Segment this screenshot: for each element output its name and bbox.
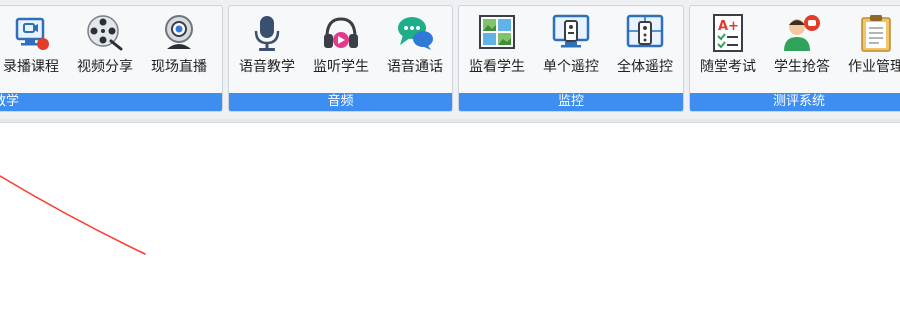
remote-single-label: 单个遥控 bbox=[543, 59, 599, 75]
clipboard-icon bbox=[861, 15, 891, 52]
group-label-assessment: 测评系统 bbox=[690, 93, 900, 111]
watch-students-label: 监看学生 bbox=[469, 59, 525, 75]
voice-call-button[interactable]: 语音通话 bbox=[379, 6, 451, 90]
video-share-label: 视频分享 bbox=[77, 59, 133, 75]
red-stroke-line bbox=[0, 175, 146, 255]
homework-manage-button[interactable]: 作业管理 bbox=[840, 6, 900, 90]
monitor-student-audio-button[interactable]: 监听学生 bbox=[305, 6, 377, 90]
chat-bubble-icon bbox=[398, 17, 433, 50]
remote-single-button[interactable]: 单个遥控 bbox=[535, 6, 607, 90]
student-quiz-button[interactable]: 学生抢答 bbox=[766, 6, 838, 90]
group-label-monitor: 监控 bbox=[459, 93, 683, 111]
live-broadcast-button[interactable]: 现场直播 bbox=[143, 6, 215, 90]
drawn-stroke bbox=[0, 175, 146, 255]
class-exam-button[interactable]: A+ 随堂考试 bbox=[692, 6, 764, 90]
webcam-icon bbox=[165, 15, 193, 49]
svg-text:A+: A+ bbox=[718, 19, 739, 34]
voice-teaching-button[interactable]: 语音教学 bbox=[231, 6, 303, 90]
live-broadcast-label: 现场直播 bbox=[151, 59, 207, 75]
remote-single-icon bbox=[552, 14, 590, 48]
remote-all-icon bbox=[626, 14, 664, 48]
ribbon-group-assessment: A+ 随堂考试 学生抢答 作业管理 测评系统 bbox=[689, 5, 900, 112]
group-label-teaching: 教学 bbox=[0, 93, 222, 111]
ribbon-group-monitor: 监看学生 单个遥控 全体遥控 监控 bbox=[458, 5, 684, 112]
record-course-icon bbox=[15, 17, 49, 50]
monitor-student-label: 监听学生 bbox=[313, 59, 369, 75]
voice-call-label: 语音通话 bbox=[387, 59, 443, 75]
record-course-label: 录播课程 bbox=[3, 59, 59, 75]
exam-grade-icon: A+ bbox=[713, 14, 743, 52]
record-course-button[interactable]: 录播课程 bbox=[0, 6, 67, 90]
ribbon-toolbar: 录播课程 视频分享 现场直播 教学 bbox=[0, 0, 900, 121]
watch-students-button[interactable]: 监看学生 bbox=[461, 6, 533, 90]
ribbon-group-teaching: 录播课程 视频分享 现场直播 教学 bbox=[0, 5, 223, 112]
student-quiz-icon bbox=[784, 15, 820, 51]
headphones-icon bbox=[324, 17, 358, 48]
video-share-button[interactable]: 视频分享 bbox=[69, 6, 141, 90]
remote-all-label: 全体遥控 bbox=[617, 59, 673, 75]
remote-all-button[interactable]: 全体遥控 bbox=[609, 6, 681, 90]
student-quiz-label: 学生抢答 bbox=[774, 59, 830, 75]
group-label-audio: 音频 bbox=[229, 93, 452, 111]
homework-manage-label: 作业管理 bbox=[848, 59, 900, 75]
monitor-grid-icon bbox=[479, 15, 515, 49]
voice-teaching-label: 语音教学 bbox=[239, 59, 295, 75]
microphone-icon bbox=[254, 16, 280, 51]
whiteboard-canvas[interactable] bbox=[0, 122, 900, 320]
film-reel-icon bbox=[87, 15, 123, 51]
class-exam-label: 随堂考试 bbox=[700, 59, 756, 75]
ribbon-group-audio: 语音教学 监听学生 语音通话 音频 bbox=[228, 5, 453, 112]
